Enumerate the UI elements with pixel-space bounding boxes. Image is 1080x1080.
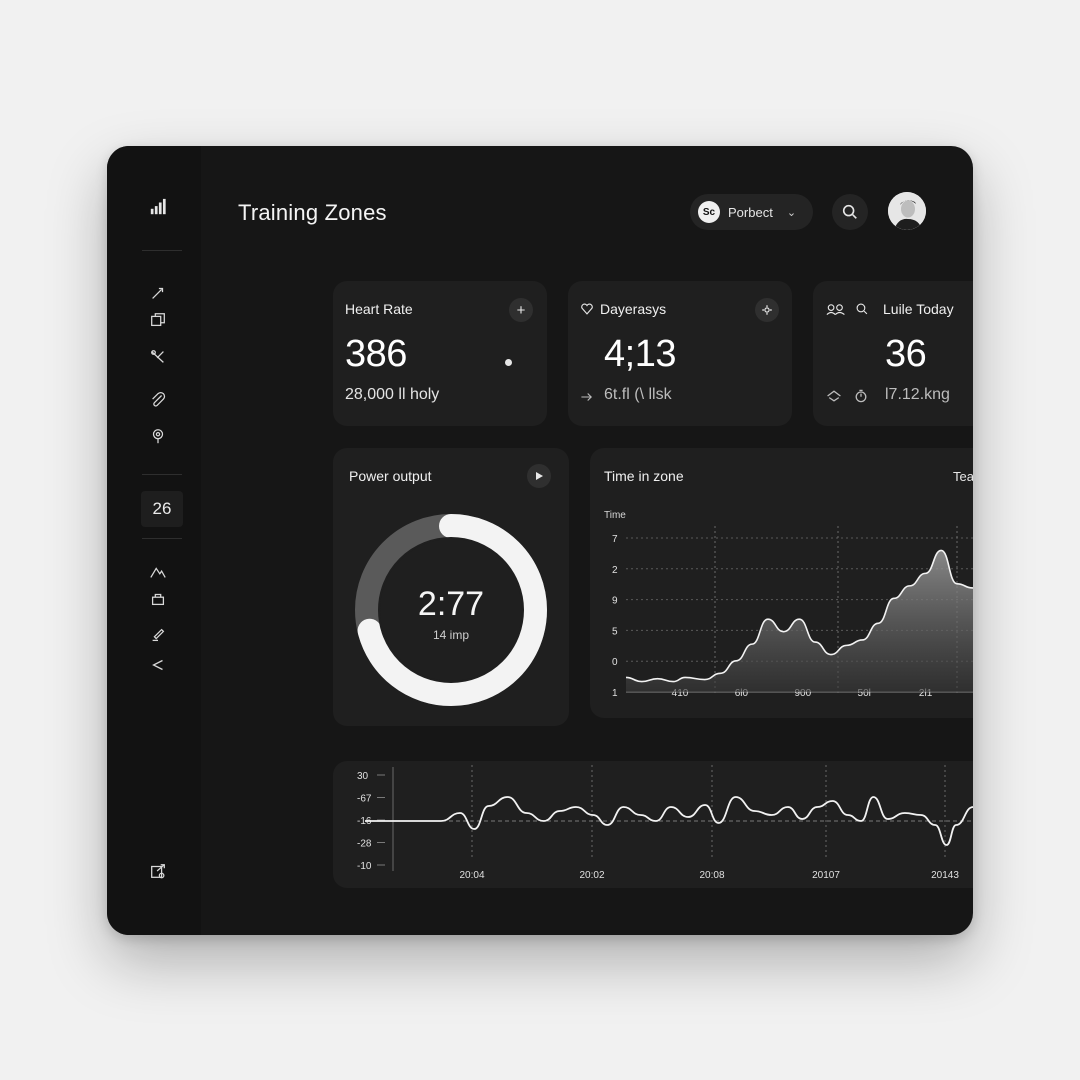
card-title: Heart Rate: [345, 301, 413, 317]
y-tick-label: 30: [357, 771, 369, 782]
bar-chart-icon[interactable]: [147, 196, 169, 218]
page-title: Training Zones: [238, 200, 387, 225]
timer-icon: [855, 389, 867, 403]
y-tick-label: 9: [612, 596, 618, 607]
luile-today-card[interactable]: Luile Today 36 l7.12.kng: [813, 281, 973, 426]
arrow-right-icon: [581, 393, 592, 401]
dayerasys-sub: 6t.fl (\ llsk: [604, 386, 672, 403]
heart-rate-card[interactable]: Heart Rate + 386 28,000 ll holy: [333, 281, 547, 426]
profile-selector[interactable]: Sc Porbect ⌄: [690, 194, 813, 230]
power-value: 2:77: [417, 585, 485, 623]
x-tick-label: 20:08: [699, 870, 724, 881]
power-output-card[interactable]: Power output 2:77 14 imp: [333, 448, 569, 726]
copy-icon[interactable]: [147, 309, 169, 331]
bag-icon[interactable]: [147, 588, 169, 610]
layers-icon: [827, 390, 841, 402]
avatar[interactable]: [888, 192, 926, 230]
pen-icon[interactable]: [147, 282, 169, 304]
luile-today-sub: l7.12.kng: [885, 386, 950, 403]
time-in-zone-card[interactable]: Time in zone Teap l Time 7295014106l0900…: [590, 448, 973, 718]
app-window: 26 Training Zones Sc Porbect ⌄ Heart Rat…: [107, 146, 973, 935]
gear-icon: [762, 305, 772, 315]
y-tick-label: 2: [612, 565, 618, 576]
dayerasys-value: 4;13: [604, 333, 676, 375]
search-icon: [842, 204, 857, 219]
sidebar-divider: [142, 474, 182, 475]
edit-icon[interactable]: [147, 624, 169, 646]
luile-today-value: 36: [885, 333, 927, 375]
dayerasys-card[interactable]: Dayerasys 4;13 6t.fl (\ llsk: [568, 281, 792, 426]
main-content: Training Zones Sc Porbect ⌄ Heart Rate +…: [201, 146, 973, 935]
status-dot: [505, 359, 512, 366]
y-tick-label: 7: [612, 534, 618, 545]
card-title: Power output: [349, 468, 432, 484]
sidebar-divider: [142, 250, 182, 251]
y-tick-label: -67: [357, 794, 372, 805]
card-title: Dayerasys: [600, 301, 667, 317]
area-fill: [626, 550, 973, 692]
add-button[interactable]: +: [509, 298, 533, 322]
date-badge[interactable]: 26: [141, 491, 183, 527]
mountain-icon[interactable]: [147, 561, 169, 583]
paperclip-icon[interactable]: [147, 389, 169, 411]
sidebar: 26: [107, 146, 201, 935]
y-tick-label: 1: [612, 688, 618, 699]
location-icon[interactable]: [147, 425, 169, 447]
export-icon[interactable]: [147, 860, 169, 882]
search-icon: [856, 303, 868, 315]
group-icon: [826, 304, 845, 316]
sidebar-divider: [142, 538, 182, 539]
y-tick-label: 5: [612, 626, 618, 637]
time-in-zone-chart: 729501 410 6l0 900 50l 2l1 560: [612, 526, 973, 699]
y-tick-label: -10: [357, 861, 372, 872]
x-tick-label: 20:04: [459, 870, 484, 881]
card-title: Luile Today: [883, 301, 954, 317]
play-icon: [536, 472, 543, 480]
y-tick-label: -28: [357, 839, 372, 850]
heart-icon: [581, 303, 593, 315]
profile-name: Porbect: [728, 204, 773, 220]
tools-icon[interactable]: [147, 346, 169, 368]
chevron-down-icon: ⌄: [786, 206, 797, 219]
y-tick-label: 0: [612, 657, 618, 668]
trend-line-card[interactable]: 30 -67 -16 -28 -10 20:04 20:02 20:08 20107 20143: [333, 761, 973, 888]
forward-button[interactable]: [527, 464, 551, 488]
heart-rate-sub: 28,000 ll holy: [345, 386, 440, 403]
heart-rate-value: 386: [345, 333, 407, 375]
x-tick-label: 20143: [931, 870, 959, 881]
power-unit: 14 imp: [432, 628, 470, 642]
x-tick-label: 20:02: [579, 870, 604, 881]
profile-badge: Sc: [698, 201, 720, 223]
search-button[interactable]: [832, 194, 868, 230]
settings-button[interactable]: [755, 298, 779, 322]
trend-line-chart: 30-67-16-28-1020:04 20:02 20:08 20107 20143: [357, 765, 973, 881]
share-icon[interactable]: [147, 654, 169, 676]
x-tick-label: 20107: [812, 870, 840, 881]
